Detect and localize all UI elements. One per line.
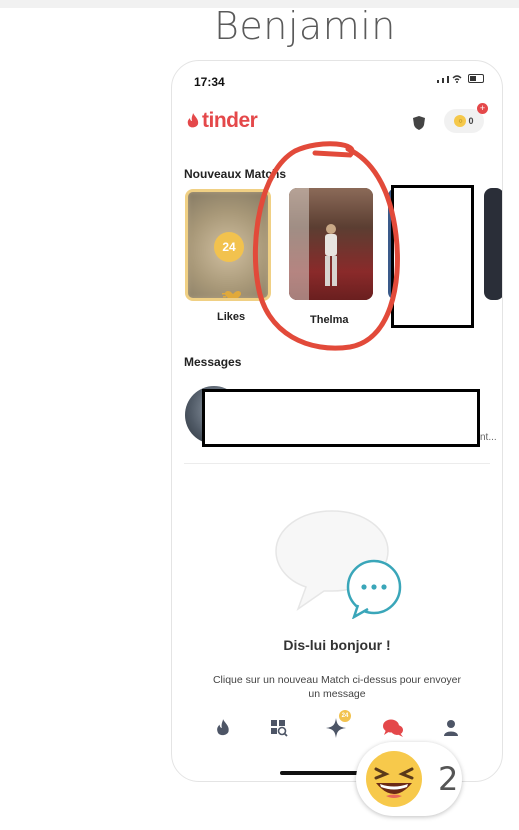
sparkle-badge: 24 xyxy=(339,710,351,722)
red-circle-annotation xyxy=(252,141,400,351)
status-icons xyxy=(437,74,484,83)
post-title: Benjamin xyxy=(214,4,396,48)
boost-count: 0 xyxy=(468,116,474,126)
likes-count: 24 xyxy=(214,232,244,262)
nav-explore[interactable] xyxy=(264,713,294,743)
plus-badge-icon: + xyxy=(477,103,488,114)
empty-state-title: Dis-lui bonjour ! xyxy=(283,637,391,653)
flame-icon xyxy=(187,113,199,128)
boost-button[interactable]: ○ 0 + xyxy=(444,103,488,133)
redaction-box-message xyxy=(202,389,480,447)
messages-title: Messages xyxy=(184,355,242,369)
reaction-pill[interactable]: 2 xyxy=(356,742,462,816)
laughing-emoji-icon xyxy=(366,751,422,807)
message-preview-tail: nt... xyxy=(480,432,497,443)
nav-chat[interactable] xyxy=(378,713,408,743)
reaction-count: 2 xyxy=(438,760,459,798)
chat-bubbles-illustration xyxy=(275,510,402,619)
divider xyxy=(184,463,490,464)
likes-label: Likes xyxy=(217,311,246,323)
match-card-far[interactable] xyxy=(484,188,502,300)
flame-icon xyxy=(217,719,229,736)
nav-profile[interactable] xyxy=(436,713,466,743)
empty-state-body: Clique sur un nouveau Match ci-dessus po… xyxy=(212,674,462,699)
wifi-icon xyxy=(452,75,462,83)
profile-icon xyxy=(444,720,458,736)
status-time: 17:34 xyxy=(194,75,225,89)
gold-heart-icon xyxy=(222,291,242,298)
tinder-logo: tinder xyxy=(186,109,258,133)
battery-icon xyxy=(468,74,484,83)
nav-discover[interactable] xyxy=(208,713,238,743)
shield-icon[interactable] xyxy=(412,115,426,131)
chat-icon xyxy=(383,719,403,737)
bottom-nav: 24 xyxy=(172,710,502,753)
logo-text: tinder xyxy=(202,109,258,132)
coin-icon: ○ xyxy=(454,115,467,127)
nav-gold[interactable]: 24 xyxy=(321,710,351,743)
explore-icon xyxy=(271,720,288,737)
